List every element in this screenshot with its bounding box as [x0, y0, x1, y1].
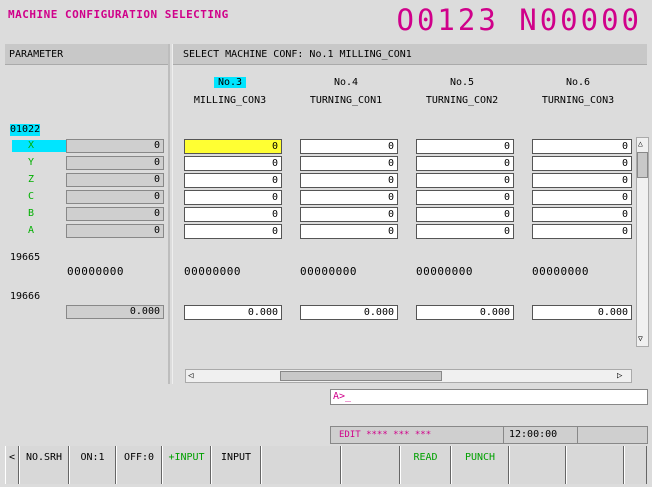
- command-input[interactable]: A>_: [330, 389, 648, 405]
- softkey-on1[interactable]: ON:1: [69, 446, 116, 484]
- cell-col3-c[interactable]: 0: [184, 190, 282, 205]
- cell-col3-x[interactable]: 0: [184, 139, 282, 154]
- col-name-6: TURNING_CON3: [541, 95, 615, 106]
- decimal-col3[interactable]: 0.000: [184, 305, 282, 320]
- col-no-6[interactable]: No.6: [528, 77, 628, 89]
- cell-col6-c[interactable]: 0: [532, 190, 632, 205]
- parameter-title: PARAMETER: [9, 49, 64, 60]
- softkey-read[interactable]: READ: [400, 446, 451, 484]
- cell-col3-b[interactable]: 0: [184, 207, 282, 222]
- horizontal-scrollbar[interactable]: ◁ ▷: [185, 369, 632, 383]
- status-bar: EDIT **** *** *** 12:00:00: [330, 426, 648, 444]
- axis-value-y[interactable]: 0: [66, 156, 164, 170]
- scroll-left-icon[interactable]: ◁: [188, 370, 193, 382]
- param-number-19666: 19666: [10, 291, 41, 302]
- select-conf-title: SELECT MACHINE CONF: No.1 MILLING_CON1: [183, 49, 412, 60]
- cell-col6-y[interactable]: 0: [532, 156, 632, 171]
- cell-col3-z[interactable]: 0: [184, 173, 282, 188]
- axis-value-b[interactable]: 0: [66, 207, 164, 221]
- scroll-up-icon[interactable]: △: [638, 139, 643, 148]
- decimal-col5[interactable]: 0.000: [416, 305, 514, 320]
- status-time: 12:00:00: [509, 429, 558, 440]
- cell-col4-a[interactable]: 0: [300, 224, 398, 239]
- axis-label-z: Z: [28, 174, 35, 185]
- col-name-4: TURNING_CON1: [309, 95, 383, 106]
- status-mode: EDIT **** *** ***: [339, 430, 432, 440]
- softkey-input[interactable]: INPUT: [211, 446, 261, 484]
- cell-col5-a[interactable]: 0: [416, 224, 514, 239]
- decimal-col6[interactable]: 0.000: [532, 305, 632, 320]
- param-number-01022: 01022: [10, 124, 41, 136]
- cell-col3-a[interactable]: 0: [184, 224, 282, 239]
- col-name-5: TURNING_CON2: [425, 95, 499, 106]
- axis-value-c[interactable]: 0: [66, 190, 164, 204]
- col-name-3: MILLING_CON3: [193, 95, 267, 106]
- value-19666[interactable]: 0.000: [66, 305, 164, 319]
- col-no-4[interactable]: No.4: [296, 77, 396, 89]
- screen-title: MACHINE CONFIGURATION SELECTING: [8, 8, 229, 21]
- softkey-blank-3[interactable]: [509, 446, 566, 484]
- cell-col6-a[interactable]: 0: [532, 224, 632, 239]
- softkey-prev[interactable]: <: [5, 446, 19, 484]
- cell-col4-b[interactable]: 0: [300, 207, 398, 222]
- program-number: O0123 N00000: [396, 3, 642, 37]
- cell-col6-x[interactable]: 0: [532, 139, 632, 154]
- decimal-col4[interactable]: 0.000: [300, 305, 398, 320]
- softkey-punch[interactable]: PUNCH: [451, 446, 509, 484]
- command-prompt: A>_: [333, 391, 352, 402]
- cell-col6-z[interactable]: 0: [532, 173, 632, 188]
- cell-col4-z[interactable]: 0: [300, 173, 398, 188]
- col-no-3[interactable]: No.3: [180, 77, 280, 89]
- softkey-next[interactable]: [624, 446, 647, 484]
- bits-col6[interactable]: 00000000: [532, 265, 589, 278]
- cell-col3-y[interactable]: 0: [184, 156, 282, 171]
- param-number-19665: 19665: [10, 252, 41, 263]
- cell-col4-x[interactable]: 0: [300, 139, 398, 154]
- cell-col6-b[interactable]: 0: [532, 207, 632, 222]
- cell-col4-y[interactable]: 0: [300, 156, 398, 171]
- scroll-right-icon[interactable]: ▷: [617, 370, 622, 382]
- cell-col5-c[interactable]: 0: [416, 190, 514, 205]
- softkey-bar: < NO.SRH ON:1 OFF:0 +INPUT INPUT READ PU…: [5, 446, 647, 484]
- softkey-no-srh[interactable]: NO.SRH: [19, 446, 69, 484]
- softkey-plus-input[interactable]: +INPUT: [162, 446, 211, 484]
- softkey-blank-1[interactable]: [261, 446, 341, 484]
- softkey-blank-2[interactable]: [341, 446, 400, 484]
- bits-col5[interactable]: 00000000: [416, 265, 473, 278]
- axis-label-c: C: [28, 191, 35, 202]
- axis-label-b: B: [28, 208, 35, 219]
- axis-label-a: A: [28, 225, 35, 236]
- cell-col5-z[interactable]: 0: [416, 173, 514, 188]
- cell-col5-y[interactable]: 0: [416, 156, 514, 171]
- col-no-5[interactable]: No.5: [412, 77, 512, 89]
- vertical-scroll-thumb[interactable]: [637, 152, 648, 178]
- status-divider-2: [577, 427, 578, 443]
- scroll-down-icon[interactable]: ▽: [638, 334, 643, 343]
- vertical-scrollbar[interactable]: △ ▽: [636, 137, 649, 347]
- axis-label-x: X: [12, 140, 66, 152]
- horizontal-scroll-thumb[interactable]: [280, 371, 442, 381]
- axis-value-z[interactable]: 0: [66, 173, 164, 187]
- axis-label-y: Y: [28, 157, 35, 168]
- bits-col3[interactable]: 00000000: [184, 265, 241, 278]
- softkey-off0[interactable]: OFF:0: [116, 446, 162, 484]
- cell-col4-c[interactable]: 0: [300, 190, 398, 205]
- cell-col5-b[interactable]: 0: [416, 207, 514, 222]
- axis-value-a[interactable]: 0: [66, 224, 164, 238]
- cell-col5-x[interactable]: 0: [416, 139, 514, 154]
- softkey-blank-4[interactable]: [566, 446, 624, 484]
- axis-value-x[interactable]: 0: [66, 139, 164, 153]
- bits-col4[interactable]: 00000000: [300, 265, 357, 278]
- bits-19665[interactable]: 00000000: [67, 265, 124, 278]
- status-divider: [503, 427, 504, 443]
